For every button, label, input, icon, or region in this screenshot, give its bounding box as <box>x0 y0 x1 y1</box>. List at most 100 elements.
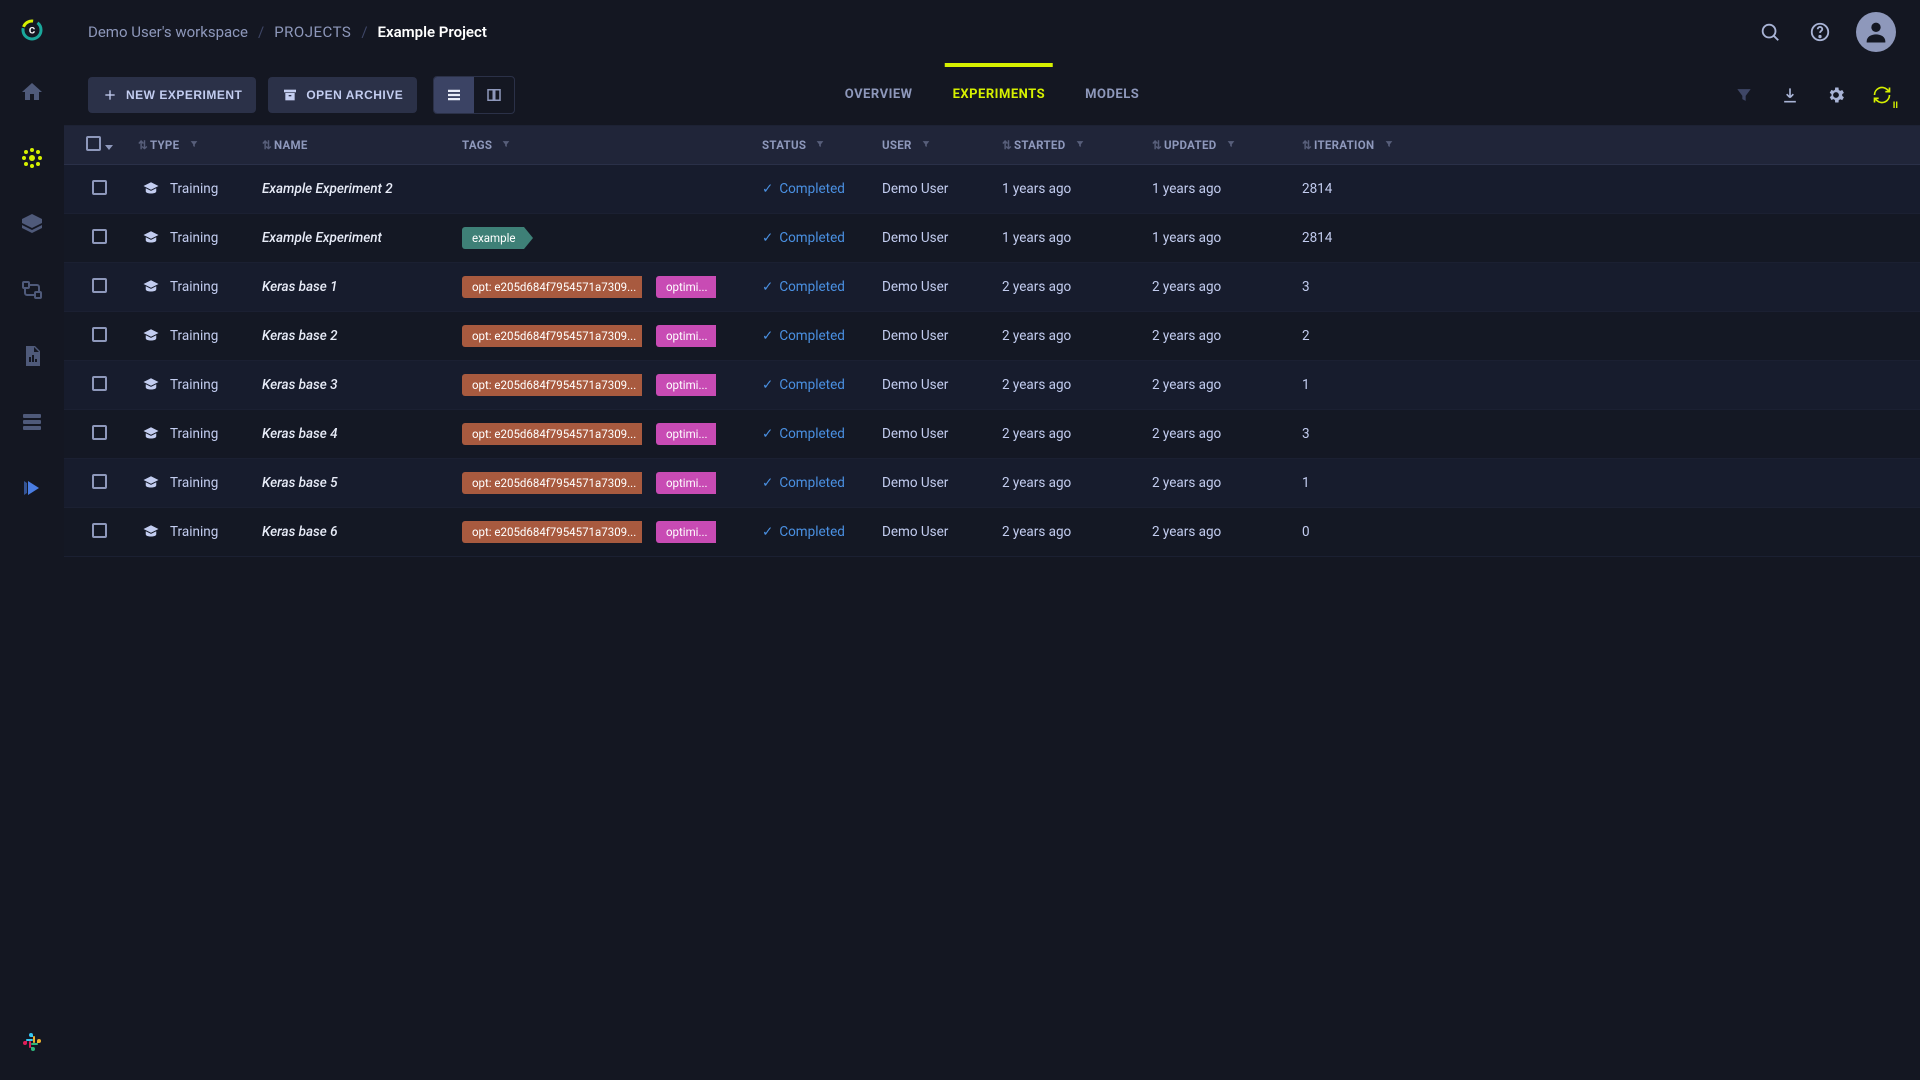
check-icon: ✓ <box>762 377 773 393</box>
experiment-name[interactable]: Example Experiment 2 <box>262 181 393 197</box>
col-header-status-label: STATUS <box>762 138 806 152</box>
view-detail-button[interactable] <box>474 77 514 113</box>
col-header-select[interactable] <box>64 126 134 165</box>
row-checkbox[interactable] <box>92 327 107 342</box>
experiment-name[interactable]: Keras base 4 <box>262 426 338 442</box>
tag[interactable]: opt: e205d684f7954571a7309... <box>462 423 642 445</box>
new-experiment-button[interactable]: NEW EXPERIMENT <box>88 77 256 113</box>
row-checkbox[interactable] <box>92 425 107 440</box>
tag[interactable]: optimi... <box>656 423 716 445</box>
tag[interactable]: optimi... <box>656 374 716 396</box>
search-icon[interactable] <box>1756 18 1784 46</box>
tag[interactable]: example <box>462 227 524 249</box>
table-row[interactable]: Training Keras base 4 opt: e205d684f795457… <box>64 410 1920 459</box>
nav-home[interactable] <box>0 68 64 116</box>
col-header-iteration[interactable]: ⇅ITERATION <box>1294 126 1920 165</box>
nav-projects[interactable] <box>0 134 64 182</box>
breadcrumb-projects[interactable]: PROJECTS <box>274 23 351 41</box>
tags-cell: example <box>454 214 754 263</box>
col-header-updated[interactable]: ⇅UPDATED <box>1144 126 1294 165</box>
clearml-logo[interactable]: C <box>12 10 52 50</box>
view-list-button[interactable] <box>434 77 474 113</box>
training-icon <box>142 425 160 443</box>
breadcrumb-sep: / <box>361 23 367 41</box>
training-icon <box>142 229 160 247</box>
tags-cell: opt: e205d684f7954571a7309... optimi... <box>454 410 754 459</box>
row-checkbox[interactable] <box>92 523 107 538</box>
updated-cell: 2 years ago <box>1144 508 1294 557</box>
main-area: Demo User's workspace / PROJECTS / Examp… <box>64 0 1920 1080</box>
tag[interactable]: optimi... <box>656 276 716 298</box>
tags-cell: opt: e205d684f7954571a7309... optimi... <box>454 361 754 410</box>
experiment-name[interactable]: Keras base 2 <box>262 328 338 344</box>
settings-icon[interactable] <box>1822 81 1850 109</box>
tag[interactable]: optimi... <box>656 325 716 347</box>
help-icon[interactable] <box>1806 18 1834 46</box>
tag[interactable]: opt: e205d684f7954571a7309... <box>462 276 642 298</box>
open-archive-button[interactable]: OPEN ARCHIVE <box>268 77 417 113</box>
training-icon <box>142 523 160 541</box>
tag[interactable]: opt: e205d684f7954571a7309... <box>462 472 642 494</box>
col-header-name[interactable]: ⇅NAME <box>254 126 454 165</box>
col-header-started-label: STARTED <box>1014 138 1066 152</box>
check-icon: ✓ <box>762 524 773 540</box>
row-checkbox[interactable] <box>92 180 107 195</box>
breadcrumb-workspace[interactable]: Demo User's workspace <box>88 23 248 41</box>
type-label: Training <box>170 426 218 442</box>
col-header-user[interactable]: USER <box>874 126 994 165</box>
row-checkbox[interactable] <box>92 278 107 293</box>
autorefresh-icon[interactable]: II <box>1868 81 1896 109</box>
training-icon <box>142 376 160 394</box>
table-row[interactable]: TrainingKeras base 1opt: e205d684f795457… <box>64 263 1920 312</box>
row-checkbox[interactable] <box>92 474 107 489</box>
tab-models[interactable]: MODELS <box>1085 64 1139 125</box>
row-checkbox[interactable] <box>92 376 107 391</box>
experiment-name[interactable]: Keras base 3 <box>262 377 338 393</box>
download-icon[interactable] <box>1776 81 1804 109</box>
experiment-name[interactable]: Keras base 5 <box>262 475 338 491</box>
status-cell: ✓Completed <box>762 181 866 197</box>
experiment-name[interactable]: Keras base 1 <box>262 279 338 295</box>
chevron-down-icon[interactable] <box>105 145 113 150</box>
status-cell: ✓Completed <box>762 328 866 344</box>
topbar: Demo User's workspace / PROJECTS / Examp… <box>64 0 1920 64</box>
status-label: Completed <box>779 377 845 393</box>
table-row[interactable]: TrainingExample Experimentexample✓Comple… <box>64 214 1920 263</box>
tag[interactable]: opt: e205d684f7954571a7309... <box>462 374 642 396</box>
user-avatar[interactable] <box>1856 12 1896 52</box>
nav-slack[interactable] <box>0 1018 64 1066</box>
filter-icon[interactable] <box>1730 81 1758 109</box>
tag[interactable]: optimi... <box>656 472 716 494</box>
open-archive-label: OPEN ARCHIVE <box>306 88 403 102</box>
nav-workers[interactable] <box>0 398 64 446</box>
breadcrumb-current: Example Project <box>378 23 487 41</box>
experiment-name[interactable]: Keras base 6 <box>262 524 338 540</box>
nav-reports[interactable] <box>0 332 64 380</box>
tag[interactable]: opt: e205d684f7954571a7309... <box>462 325 642 347</box>
started-cell: 2 years ago <box>994 410 1144 459</box>
check-icon: ✓ <box>762 279 773 295</box>
col-header-started[interactable]: ⇅STARTED <box>994 126 1144 165</box>
iteration-cell: 2 <box>1294 312 1920 361</box>
tag[interactable]: optimi... <box>656 521 716 543</box>
col-header-tags[interactable]: TAGS <box>454 126 754 165</box>
col-header-type[interactable]: ⇅TYPE <box>134 126 254 165</box>
col-header-status[interactable]: STATUS <box>754 126 874 165</box>
table-row[interactable]: TrainingExample Experiment 2✓CompletedDe… <box>64 165 1920 214</box>
tag[interactable]: opt: e205d684f7954571a7309... <box>462 521 642 543</box>
tab-overview[interactable]: OVERVIEW <box>845 64 913 125</box>
tab-experiments[interactable]: EXPERIMENTS <box>953 64 1046 125</box>
table-row[interactable]: TrainingKeras base 3opt: e205d684f795457… <box>64 361 1920 410</box>
table-row[interactable]: TrainingKeras base 2opt: e205d684f795457… <box>64 312 1920 361</box>
nav-applications[interactable] <box>0 464 64 512</box>
nav-pipelines[interactable] <box>0 266 64 314</box>
user-cell: Demo User <box>874 361 994 410</box>
table-row[interactable]: TrainingKeras base 5opt: e205d684f795457… <box>64 459 1920 508</box>
row-checkbox[interactable] <box>92 229 107 244</box>
select-all-checkbox[interactable] <box>86 136 101 151</box>
check-icon: ✓ <box>762 426 773 442</box>
status-cell: ✓Completed <box>762 426 866 442</box>
nav-datasets[interactable] <box>0 200 64 248</box>
table-row[interactable]: TrainingKeras base 6opt: e205d684f795457… <box>64 508 1920 557</box>
experiment-name[interactable]: Example Experiment <box>262 230 382 246</box>
